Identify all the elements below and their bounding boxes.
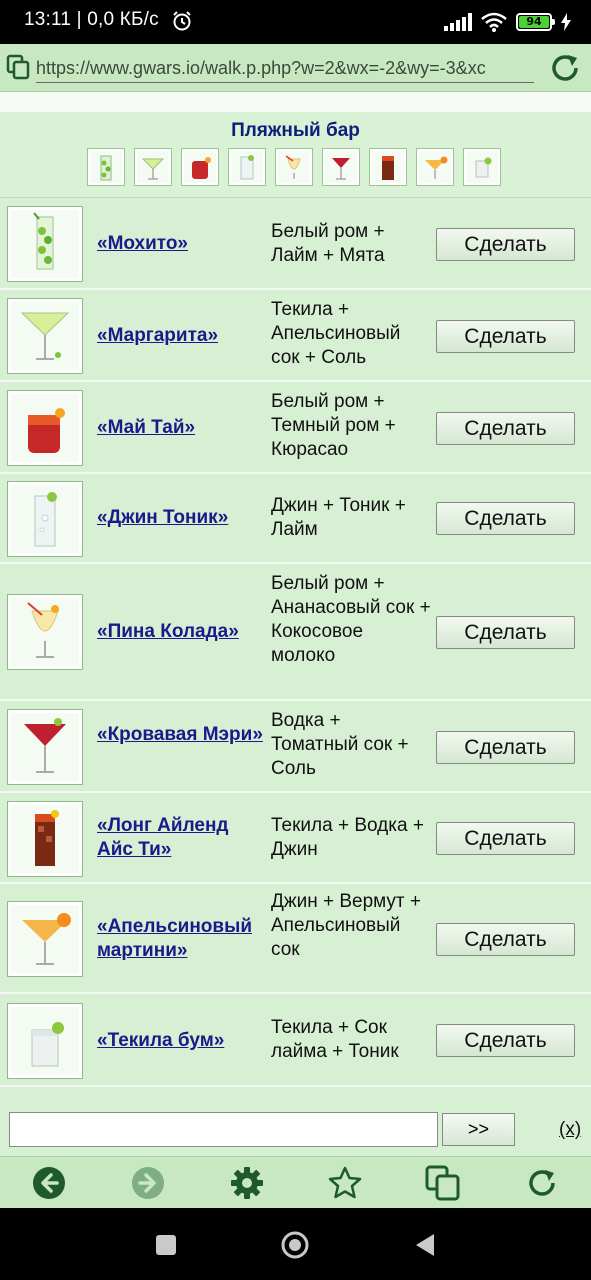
forward-icon[interactable] [130, 1165, 166, 1201]
cocktail-image [7, 901, 83, 977]
clear-link[interactable]: (x) [559, 1119, 581, 1141]
cocktail-link[interactable]: «Маргарита» [97, 324, 267, 348]
list-item: «Май Тай» Белый ром + Темный ром + Кюрас… [0, 382, 591, 474]
thumb-margarita[interactable] [134, 148, 172, 186]
cocktail-ingredients: Водка + Томатный сок + Соль [271, 710, 409, 779]
cocktail-image [7, 481, 83, 557]
cocktail-ingredients: Белый ром + Лайм + Мята [271, 221, 385, 266]
status-bar: 13:11 | 0,0 КБ/с 94 [0, 0, 591, 44]
thumb-long-island[interactable] [369, 148, 407, 186]
copy-url-icon[interactable] [6, 54, 32, 80]
thumb-mai-tai[interactable] [181, 148, 219, 186]
battery-icon: 94 [516, 13, 555, 31]
settings-icon[interactable] [229, 1165, 265, 1201]
signal-icon [444, 13, 472, 31]
recents-icon[interactable] [151, 1230, 181, 1260]
cocktail-image [7, 206, 83, 282]
list-item: «Мохито» Белый ром + Лайм + Мята Сделать [0, 198, 591, 290]
list-item: «Апельсиновый мартини» Джин + Вермут + А… [0, 884, 591, 994]
send-button[interactable]: >> [442, 1113, 515, 1146]
cocktail-ingredients: Текила + Сок лайма + Тоник [271, 1017, 399, 1062]
cocktail-ingredients: Текила + Апельсиновый сок + Соль [271, 299, 401, 368]
make-button[interactable]: Сделать [436, 731, 575, 764]
cocktail-ingredients: Джин + Вермут + Апельсиновый сок [271, 891, 421, 960]
url-field[interactable]: https://www.gwars.io/walk.p.php?w=2&wx=-… [36, 55, 534, 83]
wifi-icon [481, 12, 507, 32]
make-button[interactable]: Сделать [436, 320, 575, 353]
bar-header: Пляжный бар [0, 112, 591, 198]
browser-toolbar [0, 1156, 591, 1208]
make-button[interactable]: Сделать [436, 822, 575, 855]
url-bar: https://www.gwars.io/walk.p.php?w=2&wx=-… [0, 44, 591, 92]
cocktail-link[interactable]: «Пина Колада» [97, 620, 267, 644]
list-item: «Маргарита» Текила + Апельсиновый сок + … [0, 290, 591, 382]
home-icon[interactable] [280, 1230, 310, 1260]
cocktail-ingredients: Белый ром + Ананасовый сок + Кокосовое м… [271, 573, 431, 666]
cocktail-image [7, 298, 83, 374]
thumb-tequila-boom[interactable] [463, 148, 501, 186]
thumb-mojito[interactable] [87, 148, 125, 186]
make-button[interactable]: Сделать [436, 616, 575, 649]
thumb-gin-tonic[interactable] [228, 148, 266, 186]
make-button[interactable]: Сделать [436, 228, 575, 261]
charging-icon [561, 13, 571, 31]
cocktail-link[interactable]: «Апельсиновый мартини» [97, 915, 267, 963]
cocktail-link[interactable]: «Джин Тоник» [97, 506, 267, 530]
back-icon[interactable] [31, 1165, 67, 1201]
cocktail-thumbnails [87, 148, 501, 186]
cocktail-image [7, 709, 83, 785]
page-title: Пляжный бар [231, 120, 360, 141]
alarm-icon [173, 11, 191, 31]
battery-level: 94 [519, 16, 549, 28]
cocktail-image [7, 594, 83, 670]
make-button[interactable]: Сделать [436, 412, 575, 445]
list-item: «Лонг Айленд Айс Ти» Текила + Водка + Дж… [0, 793, 591, 884]
list-item: «Кровавая Мэри» Водка + Томатный сок + С… [0, 701, 591, 793]
cocktail-image [7, 390, 83, 466]
reload-icon[interactable] [548, 51, 582, 85]
cocktail-ingredients: Джин + Тоник + Лайм [271, 495, 406, 540]
list-item: «Текила бум» Текила + Сок лайма + Тоник … [0, 994, 591, 1087]
thumb-orange-martini[interactable] [416, 148, 454, 186]
cocktail-link[interactable]: «Текила бум» [97, 1029, 267, 1053]
back-nav-icon[interactable] [410, 1230, 440, 1260]
cocktail-link[interactable]: «Кровавая Мэри» [97, 723, 267, 747]
list-item: «Пина Колада» Белый ром + Ананасовый сок… [0, 564, 591, 701]
cocktail-link[interactable]: «Мохито» [97, 232, 267, 256]
chat-input[interactable] [9, 1112, 438, 1147]
cocktail-image [7, 1003, 83, 1079]
status-indicators: 94 [444, 10, 571, 34]
make-button[interactable]: Сделать [436, 923, 575, 956]
reload-icon[interactable] [524, 1165, 560, 1201]
make-button[interactable]: Сделать [436, 1024, 575, 1057]
cocktail-ingredients: Текила + Водка + Джин [271, 815, 424, 860]
cocktail-image [7, 801, 83, 877]
thumb-bloody-mary[interactable] [322, 148, 360, 186]
chat-area: >> (x) [0, 1102, 591, 1156]
cocktail-link[interactable]: «Лонг Айленд Айс Ти» [97, 814, 267, 862]
tabs-icon[interactable] [425, 1165, 461, 1201]
system-nav-bar [0, 1208, 591, 1280]
bookmark-star-icon[interactable] [327, 1165, 363, 1201]
cocktail-link[interactable]: «Май Тай» [97, 416, 267, 440]
page-top-strip [0, 92, 591, 112]
make-button[interactable]: Сделать [436, 502, 575, 535]
list-item: «Джин Тоник» Джин + Тоник + Лайм Сделать [0, 474, 591, 564]
status-time: 13:11 | 0,0 КБ/с [24, 9, 159, 30]
cocktail-ingredients: Белый ром + Темный ром + Кюрасао [271, 391, 396, 460]
thumb-pina-colada[interactable] [275, 148, 313, 186]
